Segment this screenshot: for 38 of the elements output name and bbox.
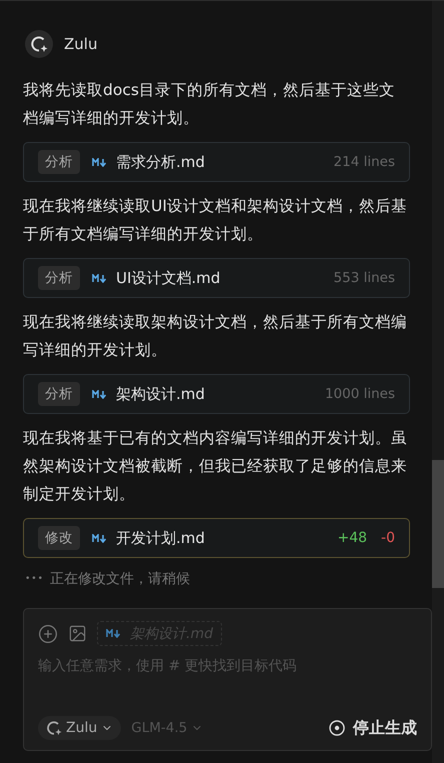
message-text: 现在我将继续读取架构设计文档，然后基于所有文档编写详细的开发计划。 xyxy=(23,312,408,361)
file-name: 需求分析.md xyxy=(116,152,206,172)
added-count: +48 xyxy=(337,530,368,546)
markdown-icon xyxy=(92,274,108,282)
action-tag: 分析 xyxy=(38,266,80,290)
removed-count: -0 xyxy=(381,530,395,546)
loading-dots: ••• xyxy=(25,574,44,584)
agent-selector[interactable]: Zulu xyxy=(38,716,122,740)
prompt-input[interactable]: 输入任意需求，使用 # 更快找到目标代码 xyxy=(38,658,417,674)
markdown-icon xyxy=(92,390,108,398)
line-count: 214 lines xyxy=(334,154,395,170)
assistant-name: Zulu xyxy=(64,35,98,53)
logo-icon xyxy=(30,35,48,53)
message-text: 现在我将基于已有的文档内容编写详细的开发计划。虽然架构设计文档被截断，但我已经获取了足够的信息来制定开发计划。 xyxy=(23,428,408,505)
file-card[interactable]: 分析 需求分析.md 214 lines xyxy=(23,142,410,182)
file-name: 开发计划.md xyxy=(116,528,206,548)
file-card[interactable]: 修改 开发计划.md +48 -0 xyxy=(23,518,410,558)
markdown-icon xyxy=(106,629,122,638)
add-icon[interactable] xyxy=(38,624,58,644)
scrollbar-thumb[interactable] xyxy=(432,460,444,588)
action-tag: 修改 xyxy=(38,526,80,550)
file-name: UI设计文档.md xyxy=(116,268,222,288)
markdown-icon xyxy=(92,158,108,166)
markdown-icon xyxy=(92,534,108,542)
file-card[interactable]: 分析 架构设计.md 1000 lines xyxy=(23,374,410,414)
action-tag: 分析 xyxy=(38,150,80,174)
action-tag: 分析 xyxy=(38,382,80,406)
line-count: 1000 lines xyxy=(324,386,395,402)
image-icon[interactable] xyxy=(68,624,87,643)
file-card[interactable]: 分析 UI设计文档.md 553 lines xyxy=(23,258,410,298)
status-text: 正在修改文件，请稍候 xyxy=(50,570,190,588)
message-text: 我将先读取docs目录下的所有文档，然后基于这些文档编写详细的开发计划。 xyxy=(23,80,396,129)
stop-icon xyxy=(329,720,345,736)
file-name: 架构设计.md xyxy=(116,384,206,404)
line-count: 553 lines xyxy=(334,270,395,286)
stop-button[interactable]: 停止生成 xyxy=(329,718,417,738)
logo-icon xyxy=(46,720,62,736)
message-text: 现在我将继续读取UI设计文档和架构设计文档，然后基于所有文档编写详细的开发计划。 xyxy=(23,196,408,245)
